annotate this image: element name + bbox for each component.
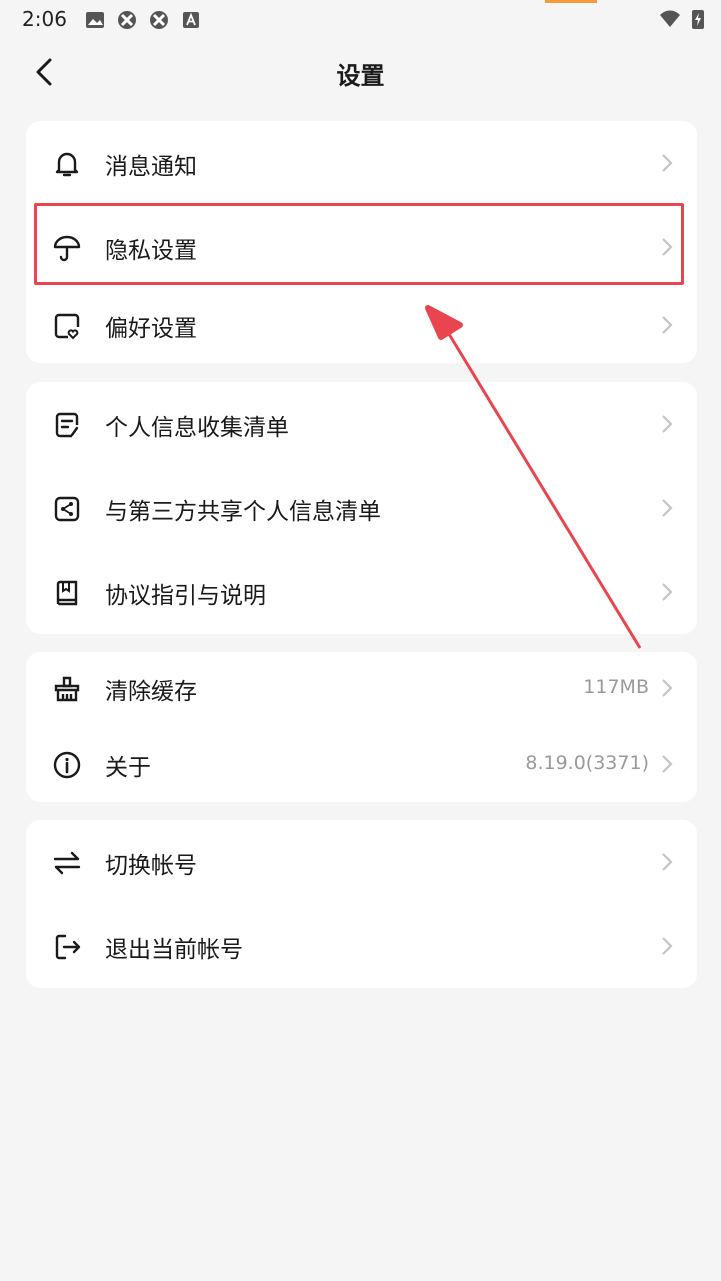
font-icon (183, 12, 199, 28)
heart-card-icon (54, 313, 80, 340)
wifi-icon (660, 10, 680, 27)
chevron-right-icon (662, 679, 673, 697)
app-icon (118, 11, 136, 29)
chevron-right-icon (662, 937, 673, 955)
chevron-right-icon (662, 415, 673, 433)
row-label: 偏好设置 (105, 316, 197, 342)
settings-group-cache-about: 清除缓存 117MB 关于 8.19.0(3371) (26, 652, 697, 802)
status-icons-left (84, 9, 202, 31)
broom-icon (54, 676, 80, 702)
highlight-box (34, 203, 684, 285)
document-edit-icon (55, 412, 79, 438)
row-message-notification[interactable]: 消息通知 (26, 123, 697, 203)
row-label: 关于 (105, 755, 151, 781)
logout-icon (55, 934, 81, 960)
info-icon (53, 751, 81, 779)
chevron-right-icon (662, 755, 673, 773)
status-indicator (545, 0, 597, 3)
cache-size: 117MB (583, 676, 649, 698)
row-agreement-guide[interactable]: 协议指引与说明 (26, 552, 697, 632)
row-logout[interactable]: 退出当前帐号 (26, 906, 697, 986)
battery-icon (692, 10, 704, 29)
header: 设置 (0, 44, 721, 100)
chevron-right-icon (662, 853, 673, 871)
row-personal-info-list[interactable]: 个人信息收集清单 (26, 384, 697, 464)
row-preference-settings[interactable]: 偏好设置 (26, 285, 697, 365)
row-label: 协议指引与说明 (105, 583, 266, 609)
row-label: 退出当前帐号 (105, 937, 243, 963)
row-label: 个人信息收集清单 (105, 415, 289, 441)
app-icon (150, 11, 168, 29)
row-clear-cache[interactable]: 清除缓存 117MB (26, 648, 697, 728)
row-label: 清除缓存 (105, 679, 197, 705)
bell-icon (55, 152, 79, 177)
book-icon (56, 580, 78, 606)
row-label: 切换帐号 (105, 853, 197, 879)
chevron-right-icon (662, 316, 673, 334)
switch-icon (53, 851, 81, 875)
settings-group-privacy-docs: 个人信息收集清单 与第三方共享个人信息清单 协议指引与说明 (26, 382, 697, 634)
chevron-right-icon (662, 154, 673, 172)
settings-group-account: 切换帐号 退出当前帐号 (26, 820, 697, 988)
status-time: 2:06 (22, 7, 67, 31)
row-label: 消息通知 (105, 154, 197, 180)
status-icons-right (659, 8, 705, 30)
row-third-party-share-list[interactable]: 与第三方共享个人信息清单 (26, 468, 697, 548)
row-switch-account[interactable]: 切换帐号 (26, 822, 697, 902)
page-title: 设置 (336, 62, 385, 90)
image-icon (86, 12, 104, 28)
share-icon (54, 496, 80, 522)
status-bar: 2:06 (0, 0, 721, 38)
chevron-right-icon (662, 499, 673, 517)
chevron-right-icon (662, 583, 673, 601)
row-about[interactable]: 关于 8.19.0(3371) (26, 724, 697, 804)
row-label: 与第三方共享个人信息清单 (105, 499, 381, 525)
app-version: 8.19.0(3371) (525, 752, 649, 774)
